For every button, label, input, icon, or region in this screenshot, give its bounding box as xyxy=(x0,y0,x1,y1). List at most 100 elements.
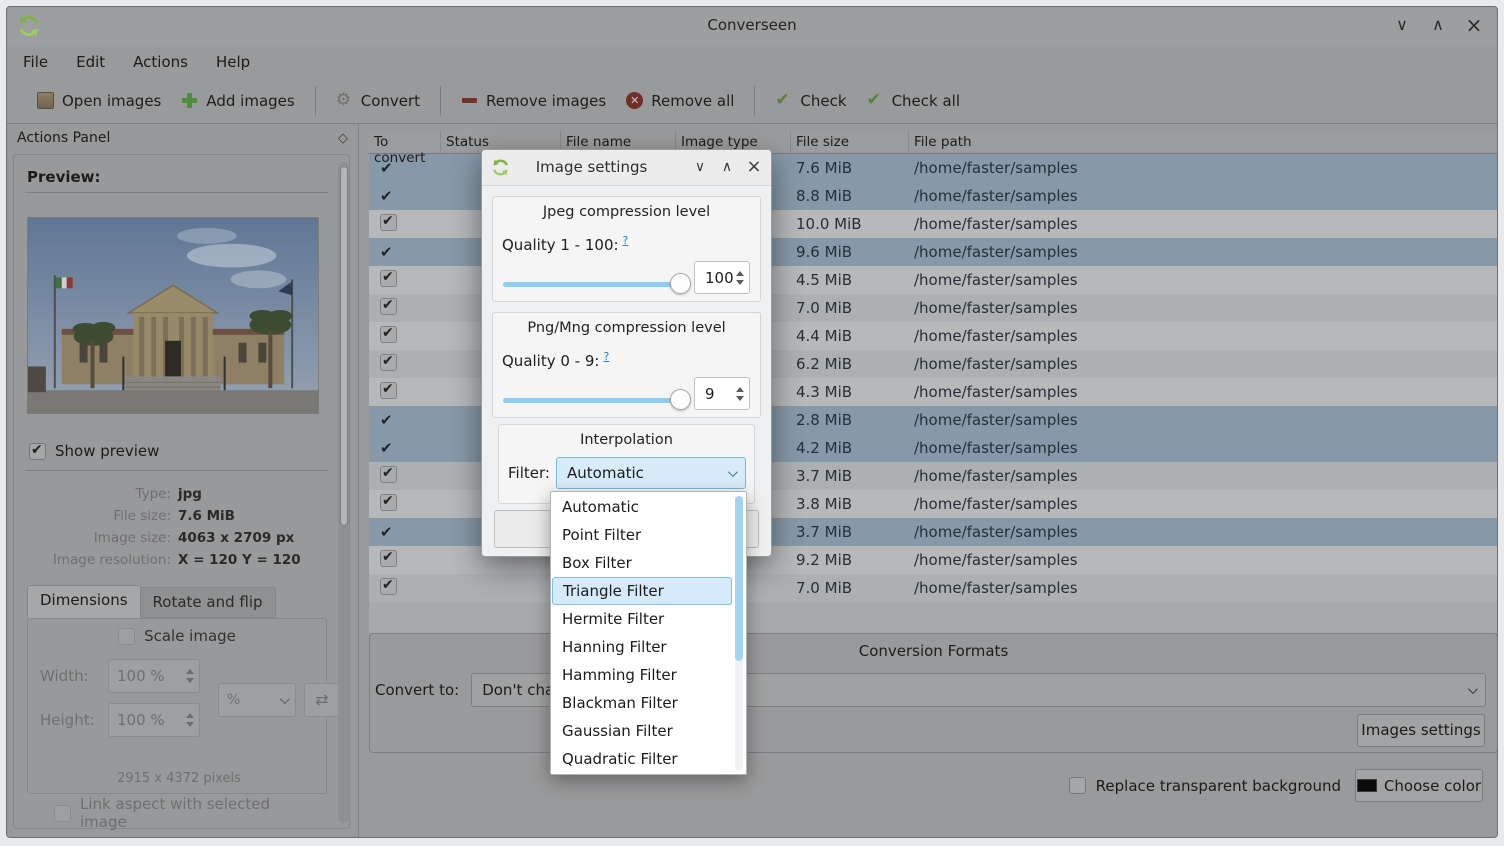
float-panel-icon[interactable]: ◇ xyxy=(338,131,348,146)
height-spinner[interactable]: 100 % xyxy=(108,703,200,737)
row-filepath: /home/faster/samples xyxy=(909,327,1498,345)
row-filesize: 3.7 MiB xyxy=(791,523,909,541)
slider-handle[interactable] xyxy=(670,389,691,410)
dropdown-item[interactable]: Hamming Filter xyxy=(552,661,732,689)
close-icon[interactable]: × xyxy=(1463,13,1485,37)
jpeg-quality-spinner[interactable]: 100 xyxy=(694,261,750,294)
menu-help[interactable]: Help xyxy=(216,53,250,71)
dropdown-item[interactable]: Blackman Filter xyxy=(552,689,732,717)
width-spinner[interactable]: 100 % xyxy=(108,659,200,693)
dropdown-item[interactable]: Point Filter xyxy=(552,521,732,549)
images-settings-button[interactable]: Images settings xyxy=(1357,714,1485,747)
menu-edit[interactable]: Edit xyxy=(76,53,105,71)
row-filepath: /home/faster/samples xyxy=(909,159,1498,177)
add-images-button[interactable]: Add images xyxy=(171,86,304,116)
add-plus-icon xyxy=(181,92,198,109)
row-checkbox[interactable] xyxy=(380,382,397,399)
row-checkbox[interactable] xyxy=(380,523,393,541)
jpeg-quality-slider[interactable] xyxy=(503,273,689,295)
row-filepath: /home/faster/samples xyxy=(909,523,1498,541)
row-filesize: 4.2 MiB xyxy=(791,439,909,457)
row-filesize: 7.0 MiB xyxy=(791,299,909,317)
help-link[interactable]: ? xyxy=(623,234,629,247)
info-imagesize-value: 4063 x 2709 px xyxy=(178,527,294,549)
panel-scrollbar[interactable] xyxy=(338,162,349,823)
minimize-icon[interactable]: ∨ xyxy=(1391,13,1413,37)
dropdown-item[interactable]: Hermite Filter xyxy=(552,605,732,633)
replace-bg-checkbox[interactable]: Replace transparent background xyxy=(1069,777,1341,795)
row-filesize: 7.6 MiB xyxy=(791,159,909,177)
open-images-button[interactable]: Open images xyxy=(27,86,171,116)
png-quality-slider[interactable] xyxy=(503,389,689,411)
file-info: Type:jpg File size:7.6 MiB Image size:40… xyxy=(23,483,330,571)
png-quality-spinner[interactable]: 9 xyxy=(694,377,750,410)
reset-dimensions-button[interactable]: ⇄ xyxy=(304,683,340,717)
dialog-maximize-icon[interactable]: ∧ xyxy=(718,155,736,179)
dropdown-item[interactable]: Box Filter xyxy=(552,549,732,577)
row-filepath: /home/faster/samples xyxy=(909,215,1498,233)
main-window: Converseen ∨ ∧ × File Edit Actions Help … xyxy=(6,6,1498,838)
row-checkbox[interactable] xyxy=(380,439,393,457)
open-folder-icon xyxy=(37,92,54,109)
check-button[interactable]: ✔ Check xyxy=(765,86,856,116)
filter-dropdown-popup: AutomaticPoint FilterBox FilterTriangle … xyxy=(550,491,747,775)
remove-images-button[interactable]: Remove images xyxy=(451,86,616,116)
dropdown-scrollbar[interactable] xyxy=(735,496,743,770)
help-link[interactable]: ? xyxy=(603,350,609,363)
checkbox-icon xyxy=(29,443,46,460)
minus-icon xyxy=(461,92,478,109)
scrollbar-thumb[interactable] xyxy=(735,496,743,661)
row-checkbox[interactable] xyxy=(380,159,393,177)
dropdown-item[interactable]: Triangle Filter xyxy=(552,577,732,605)
row-filesize: 4.5 MiB xyxy=(791,271,909,289)
row-checkbox[interactable] xyxy=(380,578,397,595)
row-checkbox[interactable] xyxy=(380,187,393,205)
table-row[interactable]: 7.0 MiB/home/faster/samples xyxy=(369,574,1498,602)
unit-select[interactable]: % xyxy=(218,683,296,717)
show-preview-checkbox[interactable]: Show preview xyxy=(29,442,330,460)
dropdown-item[interactable]: Gaussian Filter xyxy=(552,717,732,745)
preview-label: Preview: xyxy=(27,168,330,186)
dialog-close-icon[interactable]: × xyxy=(745,155,763,179)
menu-file[interactable]: File xyxy=(23,53,48,71)
tab-dimensions[interactable]: Dimensions xyxy=(27,585,141,618)
row-checkbox[interactable] xyxy=(380,214,397,231)
actions-panel: Actions Panel ◇ Preview: xyxy=(7,124,359,837)
remove-all-button[interactable]: ✕ Remove all xyxy=(616,86,744,116)
slider-handle[interactable] xyxy=(670,273,691,294)
row-checkbox[interactable] xyxy=(380,411,393,429)
scrollbar-thumb[interactable] xyxy=(340,166,348,526)
titlebar[interactable]: Converseen ∨ ∧ × xyxy=(7,7,1497,45)
choose-color-button[interactable]: Choose color xyxy=(1355,769,1483,802)
menu-actions[interactable]: Actions xyxy=(133,53,188,71)
row-filepath: /home/faster/samples xyxy=(909,187,1498,205)
row-checkbox[interactable] xyxy=(380,243,393,261)
menubar: File Edit Actions Help xyxy=(7,45,1497,78)
dropdown-item[interactable]: Hanning Filter xyxy=(552,633,732,661)
dropdown-item[interactable]: Quadratic Filter xyxy=(552,745,732,773)
filter-select[interactable]: Automatic xyxy=(556,457,746,489)
row-checkbox[interactable] xyxy=(380,270,397,287)
check-all-button[interactable]: ✔ Check all xyxy=(857,86,970,116)
conversion-formats-title: Conversion Formats xyxy=(370,642,1497,660)
dropdown-item[interactable]: Automatic xyxy=(552,493,732,521)
dialog-titlebar[interactable]: Image settings ∨ ∧ × xyxy=(482,150,771,186)
scale-image-checkbox[interactable]: Scale image xyxy=(28,627,326,645)
row-checkbox[interactable] xyxy=(380,494,397,511)
row-checkbox[interactable] xyxy=(380,466,397,483)
convert-button[interactable]: ⚙ Convert xyxy=(326,86,430,116)
color-swatch-icon xyxy=(1357,779,1377,792)
window-title: Converseen xyxy=(7,16,1497,34)
link-aspect-checkbox[interactable]: Link aspect with selected image xyxy=(54,795,318,831)
row-checkbox[interactable] xyxy=(380,550,397,567)
gear-icon: ⚙ xyxy=(336,92,353,109)
maximize-icon[interactable]: ∧ xyxy=(1427,13,1449,37)
dialog-minimize-icon[interactable]: ∨ xyxy=(691,155,709,179)
tab-rotate-flip[interactable]: Rotate and flip xyxy=(141,587,276,618)
row-filesize: 3.8 MiB xyxy=(791,495,909,513)
row-checkbox[interactable] xyxy=(380,326,397,343)
row-checkbox[interactable] xyxy=(380,298,397,315)
row-checkbox[interactable] xyxy=(380,354,397,371)
checkbox-icon xyxy=(1069,777,1086,794)
row-filesize: 7.0 MiB xyxy=(791,579,909,597)
